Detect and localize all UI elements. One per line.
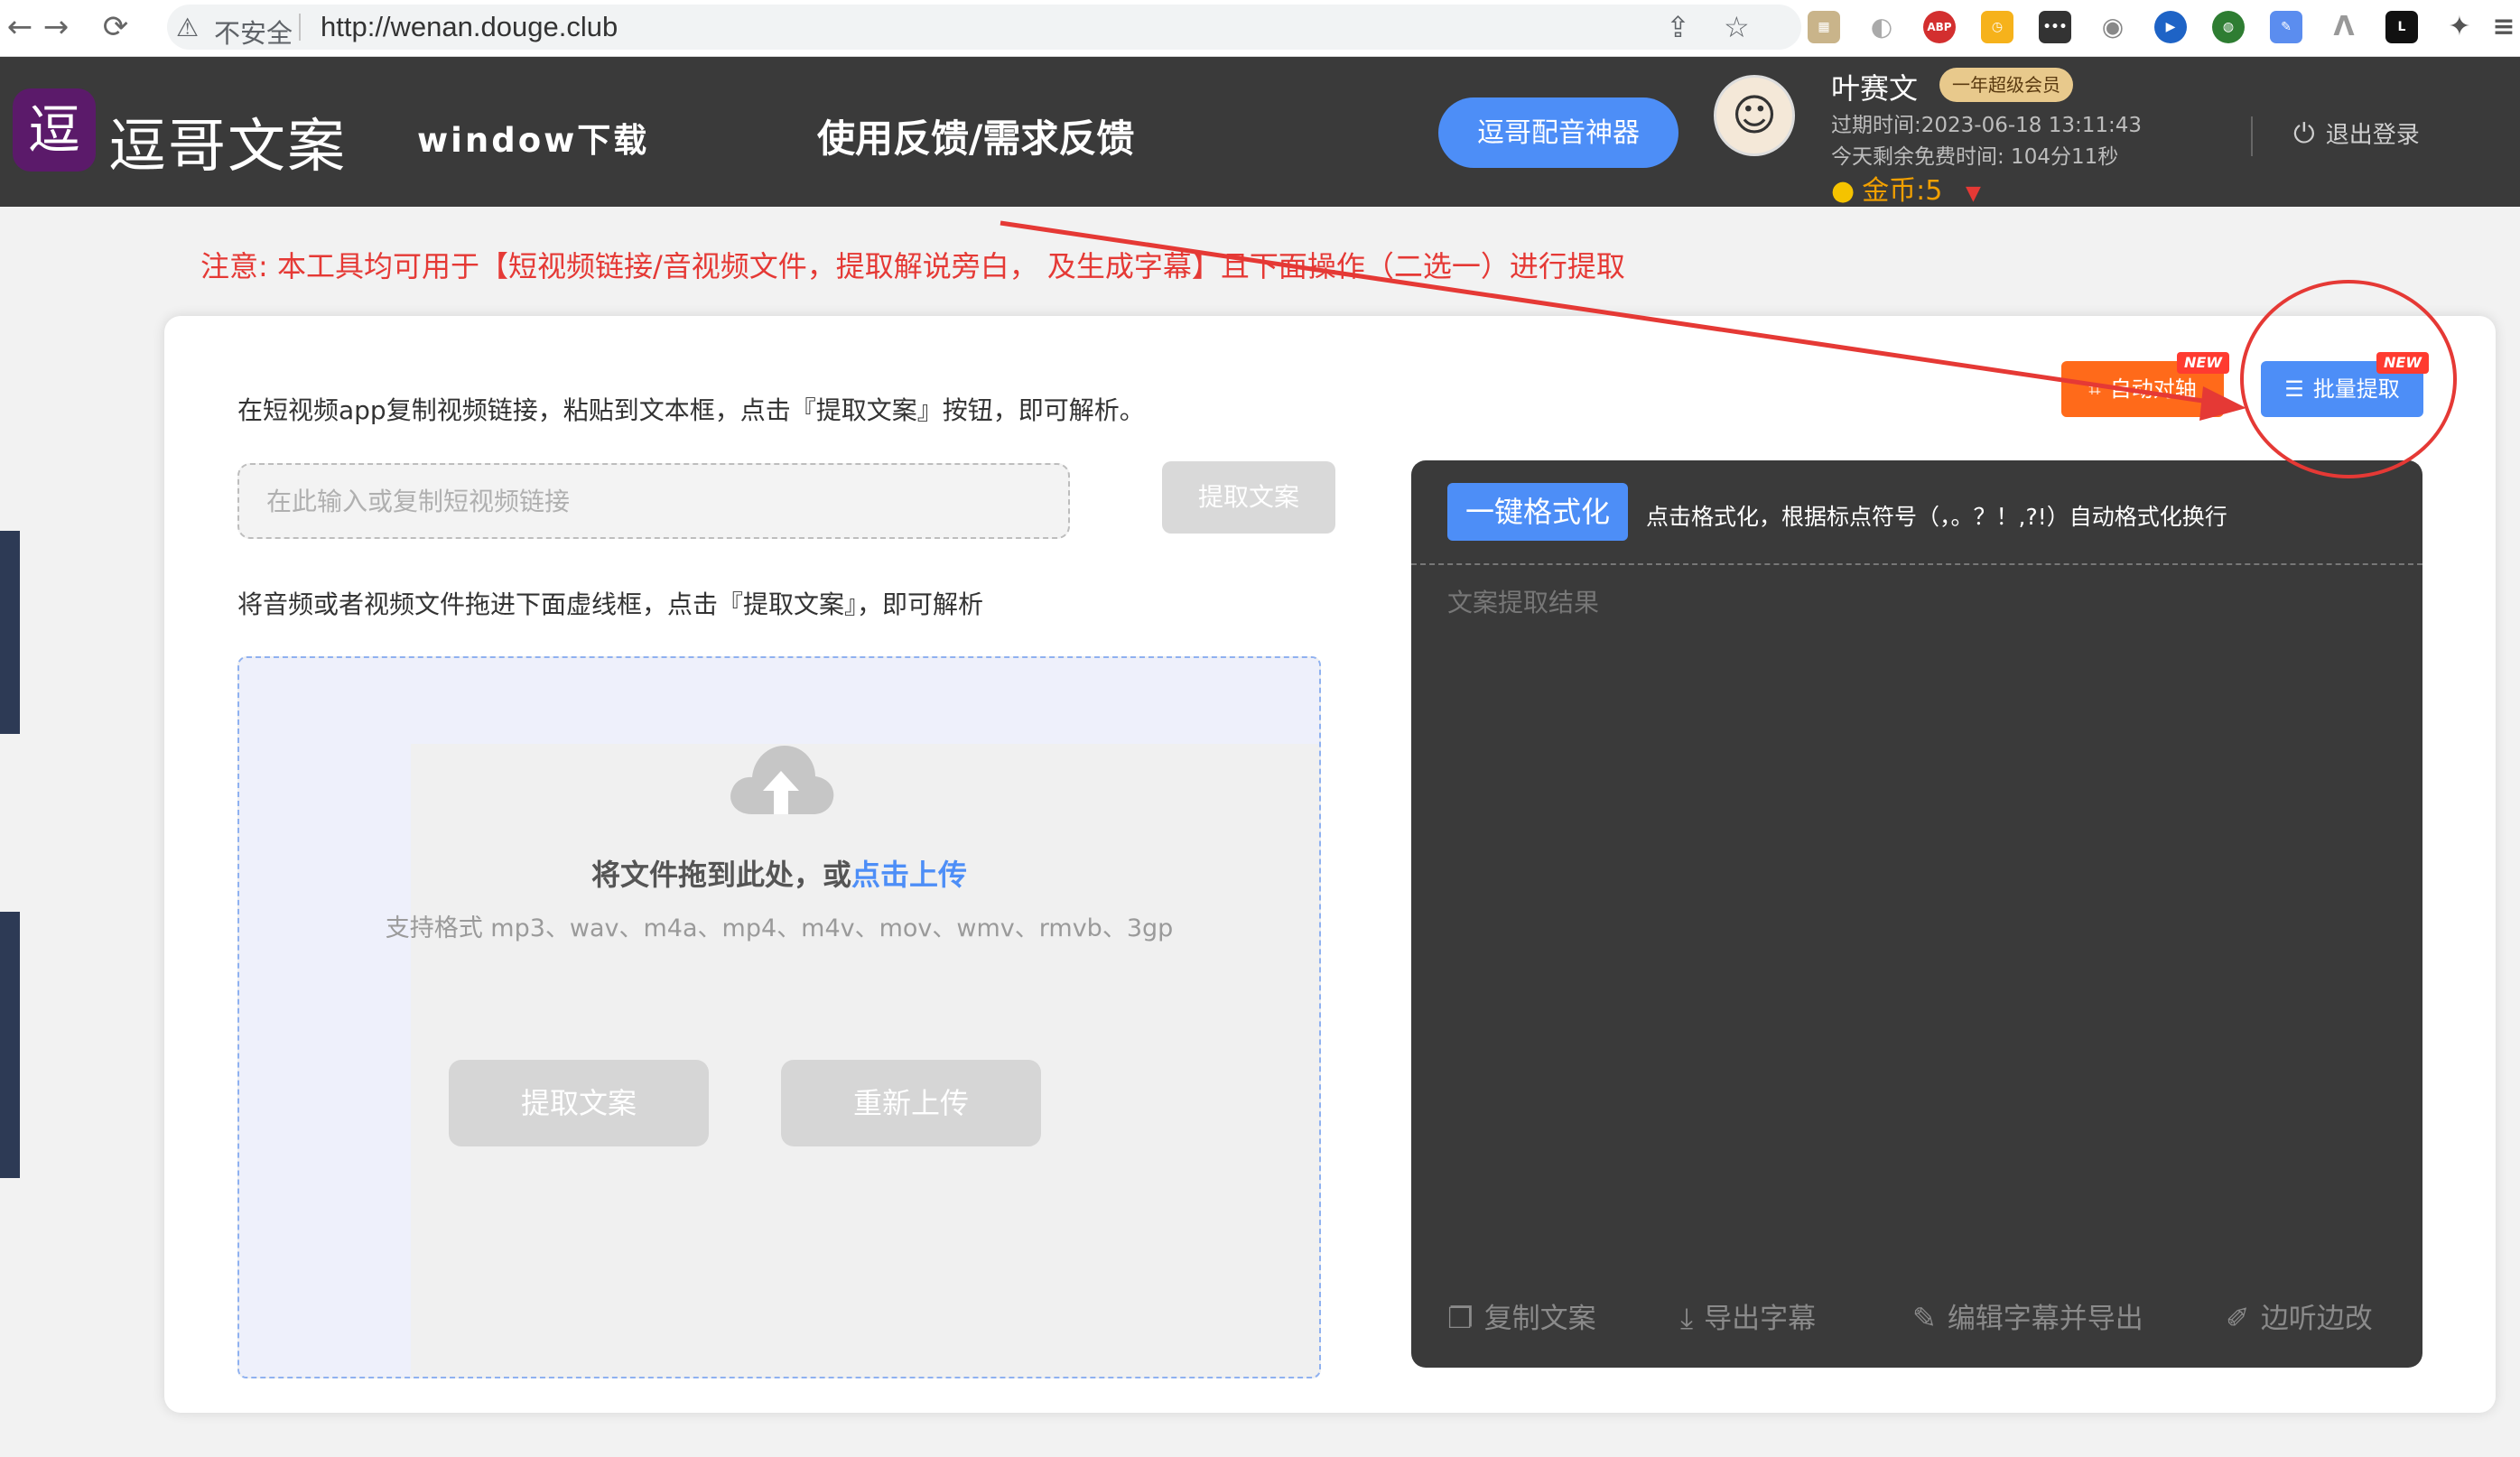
back-icon[interactable]: ← [0,7,40,47]
timer-extension-icon[interactable]: ◷ [1981,11,2013,43]
scan-icon: ⌗ [2088,376,2101,402]
format-hint: 点击格式化，根据标点符号（，。？！,?!）自动格式化换行 [1646,504,2227,530]
new-badge: NEW [2376,352,2429,374]
dots-extension-icon[interactable]: ••• [2039,11,2071,43]
reupload-button[interactable]: 重新上传 [781,1060,1041,1146]
left-side-tab-2[interactable] [0,912,20,1178]
auto-axis-label: 自动对轴 [2109,376,2197,402]
new-badge: NEW [2177,352,2229,374]
dubbing-tool-button[interactable]: 逗哥配音神器 [1438,97,1678,168]
coin-icon: ● [1831,175,1855,207]
dropzone-title-text: 将文件拖到此处，或 [590,858,851,892]
logout-button[interactable]: ⏻ 退出登录 [2293,116,2420,150]
bookmark-star-icon[interactable]: ☆ [1724,10,1750,44]
cloud-upload-icon [730,746,834,814]
avatar[interactable]: ☺ [1714,75,1795,156]
l-extension-icon[interactable]: L [2385,11,2418,43]
address-bar[interactable]: ⚠ 不安全 http://wenan.douge.club ⇪ ☆ [167,5,1801,50]
free-time-remaining: 今天剩余免费时间: 104分11秒 [1831,145,2119,169]
puzzle-extension-icon[interactable]: ✦ [2443,11,2476,43]
listen-edit-label: 边听边改 [2260,1303,2373,1335]
address-divider [299,14,301,41]
caret-down-icon[interactable]: ▼ [1966,182,1981,205]
supported-formats: 支持格式 mp3、wav、m4a、mp4、m4v、mov、wmv、rmvb、3g… [385,914,1174,942]
link-instruction: 在短视频app复制视频链接，粘贴到文本框，点击『提取文案』按钮，即可解析。 [237,395,1145,425]
left-side-tab-1[interactable] [0,531,20,734]
result-divider [1411,563,2422,565]
coin-text: 金币:5 [1862,175,1943,207]
globe-extension-icon[interactable]: ◍ [2212,11,2245,43]
url-text[interactable]: http://wenan.douge.club [321,11,618,43]
dropzone-tint [239,658,411,1377]
expiry-time: 过期时间:2023-06-18 13:11:43 [1831,114,2143,137]
nav-window-download[interactable]: window下载 [417,113,649,162]
click-upload-link[interactable]: 点击上传 [851,858,967,892]
file-instruction: 将音频或者视频文件拖进下面虚线框，点击『提取文案』，即可解析 [237,589,984,619]
forward-icon[interactable]: → [36,7,76,47]
logout-label: 退出登录 [2325,122,2420,149]
header-divider [2251,116,2253,156]
share-icon[interactable]: ⇪ [1666,10,1690,44]
download-icon: ⤓ [1680,1301,1694,1335]
warning-icon[interactable]: ⚠ [176,13,199,42]
format-button[interactable]: 一键格式化 [1447,483,1628,541]
reload-icon[interactable]: ⟳ [96,7,135,47]
export-subtitle-button[interactable]: ⤓ 导出字幕 [1680,1295,1816,1336]
adblock-extension-icon[interactable]: ABP [1923,11,1956,43]
coin-balance[interactable]: ● 金币:5 ▼ [1831,168,1981,208]
logo-icon[interactable]: 逗 [13,88,96,172]
extract-link-button[interactable]: 提取文案 [1162,461,1335,534]
batch-extract-tab[interactable]: ☰ 批量提取 NEW [2261,352,2429,417]
security-label[interactable]: 不安全 [214,13,293,51]
batch-extract-label: 批量提取 [2312,376,2400,402]
layers-icon: ☰ [2284,376,2304,402]
notice-text: 注意: 本工具均可用于【短视频链接/音视频文件，提取解说旁白， 及生成字幕】且下… [200,249,1625,283]
file-dropzone[interactable]: 将文件拖到此处，或点击上传 支持格式 mp3、wav、m4a、mp4、m4v、m… [237,656,1321,1378]
logo-text[interactable]: 逗哥文案 [108,100,347,183]
edit-document-icon: ✎ [1912,1301,1937,1335]
pen-extension-icon[interactable]: ✎ [2270,11,2302,43]
copy-text-button[interactable]: ❐ 复制文案 [1447,1295,1596,1336]
dropzone-title: 将文件拖到此处，或点击上传 [239,852,1319,894]
listen-edit-button[interactable]: ✐ 边听边改 [2226,1295,2373,1336]
browser-toolbar: ← → ⟳ ⚠ 不安全 http://wenan.douge.club ⇪ ☆ … [0,0,2520,57]
pencil-icon: ✐ [2226,1301,2250,1335]
result-panel: 一键格式化 点击格式化，根据标点符号（，。？！,?!）自动格式化换行 文案提取结… [1411,460,2422,1368]
letter-extension-icon[interactable]: Λ [2328,11,2360,43]
nav-feedback[interactable]: 使用反馈/需求反馈 [817,108,1134,163]
dropzone-tint-top [239,658,1319,744]
video-link-input[interactable] [237,463,1070,539]
copy-text-label: 复制文案 [1483,1303,1596,1335]
play-extension-icon[interactable]: ▶ [2154,11,2187,43]
site-header: 逗 逗哥文案 window下载 使用反馈/需求反馈 逗哥配音神器 ☺ 叶赛文 一… [0,57,2520,207]
menu-icon[interactable]: ≡ [2492,11,2515,43]
export-subtitle-label: 导出字幕 [1704,1303,1817,1335]
vip-badge: 一年超级会员 [1939,68,2073,102]
auto-axis-tab[interactable]: ⌗ 自动对轴 NEW [2061,352,2229,417]
image-extension-icon[interactable]: ▦ [1808,11,1840,43]
user-name: 叶赛文 [1831,71,1919,106]
camera-extension-icon[interactable]: ◉ [2097,11,2129,43]
leaf-extension-icon[interactable]: ◐ [1865,11,1898,43]
result-textarea[interactable]: 文案提取结果 [1447,583,1599,619]
power-icon: ⏻ [2293,118,2315,150]
edit-subtitle-export-button[interactable]: ✎ 编辑字幕并导出 [1912,1295,2143,1336]
extract-file-button[interactable]: 提取文案 [449,1060,709,1146]
copy-icon: ❐ [1447,1301,1474,1335]
edit-subtitle-export-label: 编辑字幕并导出 [1947,1303,2143,1335]
